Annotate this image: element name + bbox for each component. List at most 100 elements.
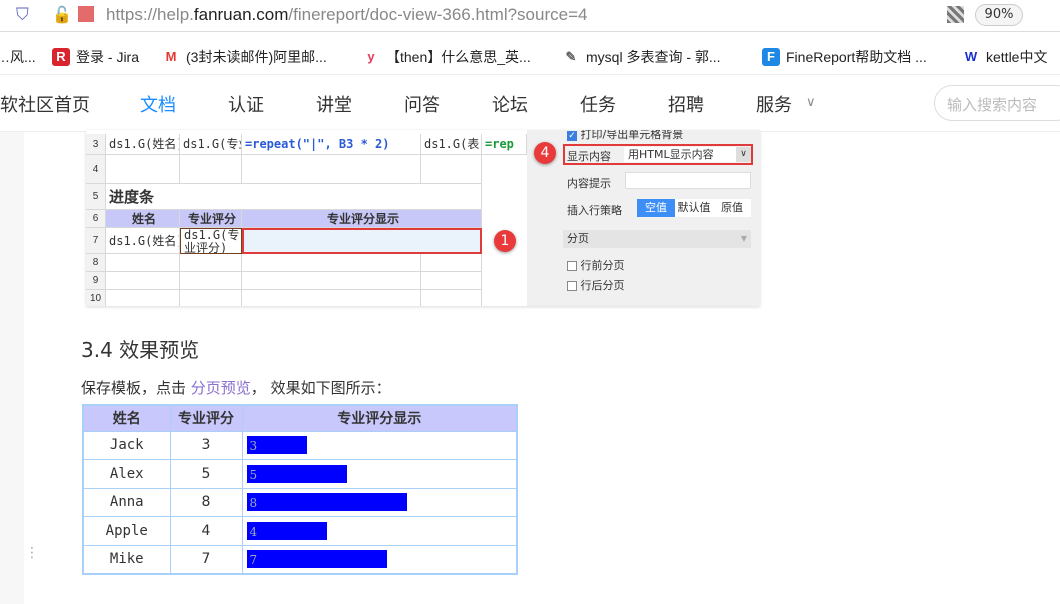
cell-a6[interactable]: 姓名	[106, 210, 180, 228]
nav-docs[interactable]: 文档	[140, 91, 176, 117]
cell-c6[interactable]: 专业评分显示	[242, 210, 482, 228]
cell[interactable]	[106, 254, 180, 272]
youdao-icon: y	[367, 49, 375, 64]
url-text[interactable]: https://help.fanruan.com/finereport/doc-…	[106, 5, 587, 25]
site-nav: 帆软社区首页 文档 认证 讲堂 问答 论坛 任务 招聘 服务 ∨ 输入搜索内容	[0, 74, 1060, 132]
shield-icon[interactable]: ⛉	[16, 5, 29, 25]
table-header-row: 姓名 专业评分 专业评分显示	[82, 404, 518, 432]
cell[interactable]	[242, 254, 421, 272]
cell[interactable]	[242, 272, 421, 290]
name-cell: Mike	[82, 544, 171, 574]
bookmark-jira[interactable]: R 登录 - Jira	[52, 47, 139, 67]
row-header: 4	[86, 155, 106, 184]
step-badge-4: 4	[534, 142, 556, 164]
bookmark-kettle[interactable]: Wkettle中文	[962, 47, 1048, 67]
insert-policy-label: 插入行策略	[567, 204, 622, 217]
bookmark-mail[interactable]: M (3封未读邮件)阿里邮...	[162, 47, 327, 67]
checkbox-checked-icon: ✓	[567, 131, 577, 141]
section-heading: 3.4 效果预览	[81, 338, 200, 362]
drag-handle-icon[interactable]: ⋮	[25, 545, 39, 561]
chevron-down-icon[interactable]: ∨	[806, 95, 816, 110]
cell[interactable]	[180, 155, 242, 184]
option-default[interactable]: 默认值	[675, 199, 713, 217]
finereport-icon: F	[762, 48, 780, 66]
lock-warning-icon[interactable]: 🔓	[52, 5, 72, 24]
bookmark-then[interactable]: y 【then】什么意思_英...	[362, 47, 530, 67]
cell-e3[interactable]: =rep	[482, 134, 527, 155]
row-header: 9	[86, 272, 106, 290]
table-row: Alex 5 5	[82, 459, 518, 489]
cell[interactable]	[106, 290, 180, 306]
header-name: 姓名	[82, 404, 171, 432]
table-row: Apple 4 4	[82, 516, 518, 546]
score-bar: 8	[246, 493, 407, 512]
cell[interactable]	[242, 155, 421, 184]
bookmark-item[interactable]: …风...	[0, 47, 36, 67]
page-before-checkbox[interactable]: 行前分页	[567, 257, 625, 273]
nav-jobs[interactable]: 招聘	[668, 91, 704, 117]
qr-code-icon[interactable]	[947, 6, 964, 23]
caret-down-icon: ▼	[740, 234, 747, 243]
score-bar-cell: 5	[241, 459, 518, 489]
cell[interactable]	[242, 290, 421, 306]
score-bar-cell: 7	[241, 544, 518, 574]
cell[interactable]	[180, 290, 242, 306]
display-content-label: 显示内容	[567, 150, 611, 163]
cell[interactable]	[421, 290, 482, 306]
display-content-select[interactable]: 用HTML显示内容 ∨	[624, 147, 751, 162]
name-cell: Apple	[82, 516, 171, 546]
cell[interactable]	[421, 254, 482, 272]
option-original[interactable]: 原值	[713, 199, 751, 217]
print-bg-checkbox[interactable]: ✓ 打印/导出单元格背景	[567, 130, 683, 142]
page-after-checkbox[interactable]: 行后分页	[567, 277, 625, 293]
cell-a7[interactable]: ds1.G(姓名)	[106, 228, 180, 254]
nav-cert[interactable]: 认证	[228, 91, 264, 117]
cell[interactable]	[106, 272, 180, 290]
cell-properties-panel: ✓ 打印/导出单元格背景 4 显示内容 用HTML显示内容 ∨ 内容提示 插入行策…	[527, 130, 760, 306]
row-header: 5	[86, 184, 106, 210]
bookmark-finereport[interactable]: F FineReport帮助文档 ...	[762, 47, 927, 67]
cell-c7-selected[interactable]	[242, 228, 482, 254]
score-cell: 5	[169, 459, 243, 489]
bookmarks-bar: …风... R登录 - Jira M(3封未读邮件)阿里邮... y【then】…	[0, 40, 1060, 72]
name-cell: Anna	[82, 487, 171, 517]
cell[interactable]	[106, 155, 180, 184]
search-input[interactable]: 输入搜索内容	[934, 85, 1060, 121]
cell[interactable]	[421, 155, 482, 184]
paged-preview-link[interactable]: 分页预览	[191, 379, 251, 397]
table-row: Anna 8 8	[82, 487, 518, 517]
cell-b3[interactable]: ds1.G(专业评分)	[180, 134, 242, 155]
jira-icon: R	[52, 48, 70, 66]
paging-section[interactable]: 分页 ▼	[563, 230, 751, 248]
cell-a3[interactable]: ds1.G(姓名)	[106, 134, 180, 155]
nav-services[interactable]: 服务	[756, 91, 792, 117]
designer-screenshot: 3 4 5 6 7 8 9 10 ds1.G(姓名) ds1.G(专业评分) =…	[86, 130, 760, 306]
content-tip-label: 内容提示	[567, 177, 611, 190]
mail-icon: M	[165, 49, 177, 64]
cell[interactable]	[180, 254, 242, 272]
header-score: 专业评分	[169, 404, 243, 432]
table-row: Mike 7 7	[82, 544, 518, 574]
kettle-icon: W	[964, 49, 978, 64]
nav-tasks[interactable]: 任务	[580, 91, 616, 117]
cell-b7[interactable]: ds1.G(专业评分)	[180, 228, 242, 254]
nav-qa[interactable]: 问答	[404, 91, 440, 117]
zoom-level[interactable]: 90%	[975, 4, 1023, 26]
content-tip-input[interactable]	[625, 172, 751, 189]
cell-b6[interactable]: 专业评分	[180, 210, 242, 228]
nav-forum[interactable]: 论坛	[492, 91, 528, 117]
permission-icon[interactable]	[78, 6, 94, 22]
cell-a5-title[interactable]: 进度条	[106, 184, 482, 210]
row-header: 10	[86, 290, 106, 306]
nav-lecture[interactable]: 讲堂	[316, 91, 352, 117]
nav-home[interactable]: 帆软社区首页	[0, 91, 90, 117]
cell[interactable]	[421, 272, 482, 290]
row-header: 6	[86, 210, 106, 228]
cell[interactable]	[180, 272, 242, 290]
bookmark-mysql[interactable]: ✎ mysql 多表查询 - 郭...	[562, 47, 721, 67]
cell-c3[interactable]: =repeat("|", B3 * 2)	[242, 134, 421, 155]
option-null[interactable]: 空值	[637, 199, 675, 217]
name-cell: Alex	[82, 459, 171, 489]
address-bar[interactable]: ⛉ 🔓 https://help.fanruan.com/finereport/…	[0, 0, 1060, 32]
cell-d3[interactable]: ds1.G(表	[421, 134, 482, 155]
